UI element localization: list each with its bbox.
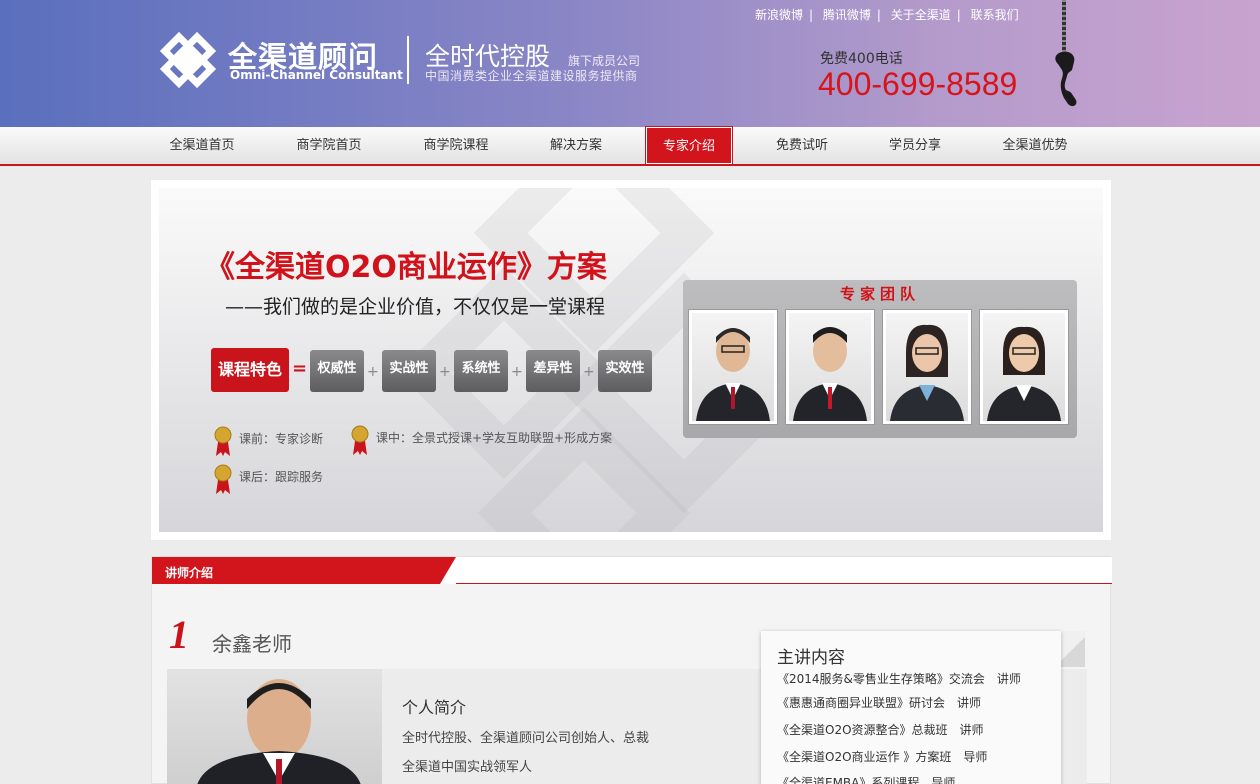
banner-frame: 《全渠道O2O商业运作》方案 ——我们做的是企业价值，不仅仅是一堂课程 课程特色… <box>151 180 1111 540</box>
feature-practical: 实战性 <box>382 350 436 392</box>
nav-item-home[interactable]: 全渠道首页 <box>152 127 252 164</box>
nav-item-students[interactable]: 学员分享 <box>865 127 965 164</box>
plus-sign: + <box>583 364 595 380</box>
nav-item-courses[interactable]: 商学院课程 <box>406 127 506 164</box>
phone-cord <box>1062 0 1066 55</box>
section-title: 讲师介绍 <box>165 566 214 580</box>
nav-item-academy[interactable]: 商学院首页 <box>279 127 379 164</box>
expert-photo[interactable] <box>882 309 972 425</box>
expert-photo[interactable] <box>785 309 875 425</box>
logo-mark-icon[interactable] <box>155 27 221 93</box>
group-brand-desc: 中国消费类企业全渠道建设服务提供商 <box>425 69 638 83</box>
teacher-name: 余鑫老师 <box>212 632 292 656</box>
sina-weibo-link[interactable]: 新浪微博 <box>755 8 803 22</box>
hotline-label: 免费400电话 <box>820 51 903 67</box>
plus-sign: + <box>439 364 451 380</box>
step-before: 课前：专家诊断 <box>239 432 324 446</box>
topic-item: 《惠惠通商圈异业联盟》研讨会 讲师 <box>777 696 982 710</box>
feature-equals: = <box>292 358 308 379</box>
hotline-number: 400-699-8589 <box>818 66 1018 102</box>
topic-item: 《全渠道O2O资源整合》总裁班 讲师 <box>777 723 984 737</box>
intro-heading: 个人简介 <box>402 698 467 717</box>
expert-photo[interactable] <box>979 309 1069 425</box>
nav-item-experts[interactable]: 专家介绍 <box>645 126 733 165</box>
feature-label: 课程特色 <box>211 348 289 392</box>
nav-item-advantages[interactable]: 全渠道优势 <box>985 127 1085 164</box>
step-during: 课中：全景式授课+学友互助联盟+形成方案 <box>376 431 613 445</box>
section-tab-edge <box>440 557 456 584</box>
logo-divider <box>407 36 409 84</box>
teacher-photo[interactable] <box>167 669 382 784</box>
step-after: 课后：跟踪服务 <box>239 470 324 484</box>
feature-authority: 权威性 <box>310 350 364 392</box>
medal-icon <box>351 425 369 455</box>
intro-line: 全渠道中国实战领军人 <box>402 760 533 775</box>
course-banner[interactable]: 《全渠道O2O商业运作》方案 ——我们做的是企业价值，不仅仅是一堂课程 课程特色… <box>159 188 1103 532</box>
logo-subtitle: Omni-Channel Consultant <box>230 68 403 82</box>
top-links: 新浪微博 | 腾讯微博 | 关于全渠道 | 联系我们 <box>755 8 1019 22</box>
topic-item: 《全渠道EMBA》系列课程 导师 <box>777 776 956 784</box>
feature-differentiated: 差异性 <box>526 350 580 392</box>
plus-sign: + <box>511 364 523 380</box>
medal-icon <box>214 426 232 456</box>
contact-link[interactable]: 联系我们 <box>971 8 1019 22</box>
topics-heading: 主讲内容 <box>777 648 845 668</box>
site-header: 全渠道顾问 Omni-Channel Consultant 全时代控股 旗下成员… <box>0 0 1260 127</box>
about-link[interactable]: 关于全渠道 <box>891 8 951 22</box>
teacher-number: 1 <box>169 612 189 657</box>
expert-team-panel: 专家团队 <box>683 280 1077 438</box>
main-nav: 全渠道首页 商学院首页 商学院课程 解决方案 专家介绍 免费试听 学员分享 全渠… <box>0 126 1260 166</box>
phone-handset-icon <box>1055 51 1077 107</box>
expert-team-title: 专家团队 <box>839 285 920 303</box>
topics-card: 主讲内容 《2014服务&零售业生存策略》交流会 讲师 《惠惠通商圈异业联盟》研… <box>761 631 1061 784</box>
nav-item-trial[interactable]: 免费试听 <box>752 127 852 164</box>
intro-line: 全时代控股、全渠道顾问公司创始人、总裁 <box>402 731 650 746</box>
expert-photo[interactable] <box>688 309 778 425</box>
medal-icon <box>214 464 232 494</box>
teacher-section: 讲师介绍 1 余鑫老师 个人简介 全时代控股、全渠道顾问公司创始人、总裁 全渠道… <box>151 556 1112 784</box>
section-header: 讲师介绍 <box>152 557 1112 584</box>
tencent-weibo-link[interactable]: 腾讯微博 <box>823 8 871 22</box>
feature-effective: 实效性 <box>598 350 652 392</box>
plus-sign: + <box>367 364 379 380</box>
topic-item: 《全渠道O2O商业运作 》方案班 导师 <box>777 750 988 764</box>
topic-item: 《2014服务&零售业生存策略》交流会 讲师 <box>777 672 1021 686</box>
banner-subtitle: ——我们做的是企业价值，不仅仅是一堂课程 <box>225 296 606 318</box>
nav-item-solutions[interactable]: 解决方案 <box>526 127 626 164</box>
banner-title: 《全渠道O2O商业运作》方案 <box>205 250 607 285</box>
topics-fold <box>1061 631 1085 667</box>
feature-systematic: 系统性 <box>454 350 508 392</box>
